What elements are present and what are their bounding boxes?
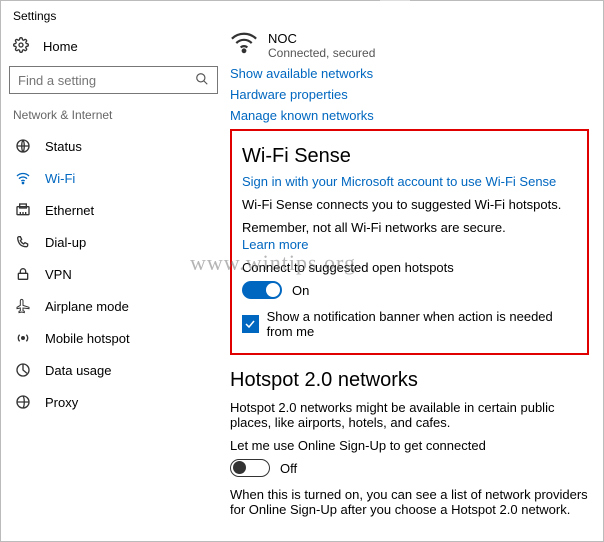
connect-hotspots-toggle[interactable]	[242, 281, 282, 299]
wifi-sense-title: Wi-Fi Sense	[242, 145, 577, 168]
sidebar-item-datausage[interactable]: Data usage	[9, 354, 218, 386]
nav-label: VPN	[45, 267, 72, 282]
nav-label: Airplane mode	[45, 299, 129, 314]
home-label: Home	[43, 39, 78, 54]
notify-label: Show a notification banner when action i…	[267, 309, 577, 339]
nav-label: Mobile hotspot	[45, 331, 130, 346]
main-panel: NOC Connected, secured Show available ne…	[226, 27, 603, 541]
data-usage-icon	[15, 362, 31, 378]
gear-icon	[13, 37, 31, 56]
search-input[interactable]	[9, 66, 218, 94]
wifi-icon	[15, 170, 31, 186]
sidebar: Home Network & Internet Status Wi-Fi Eth…	[1, 27, 226, 541]
connection-name: NOC	[268, 31, 375, 46]
vpn-icon	[15, 266, 31, 282]
category-label: Network & Internet	[13, 108, 218, 122]
hotspot2-title: Hotspot 2.0 networks	[230, 369, 589, 392]
window-title: Settings	[1, 1, 603, 27]
sidebar-item-ethernet[interactable]: Ethernet	[9, 194, 218, 226]
sidebar-item-status[interactable]: Status	[9, 130, 218, 162]
ethernet-icon	[15, 202, 31, 218]
nav-label: Data usage	[45, 363, 112, 378]
wifi-sense-remember: Remember, not all Wi-Fi networks are sec…	[242, 220, 577, 235]
sidebar-item-proxy[interactable]: Proxy	[9, 386, 218, 418]
nav-label: Proxy	[45, 395, 78, 410]
hotspot2-note: When this is turned on, you can see a li…	[230, 487, 589, 517]
home-button[interactable]: Home	[9, 31, 218, 66]
connection-status: Connected, secured	[268, 46, 375, 60]
notify-checkbox[interactable]	[242, 315, 259, 333]
current-connection: NOC Connected, secured	[230, 31, 589, 60]
signin-link[interactable]: Sign in with your Microsoft account to u…	[242, 174, 577, 189]
status-icon	[15, 138, 31, 154]
signup-label: Let me use Online Sign-Up to get connect…	[230, 438, 589, 453]
sidebar-item-hotspot[interactable]: Mobile hotspot	[9, 322, 218, 354]
sidebar-item-wifi[interactable]: Wi-Fi	[9, 162, 218, 194]
nav-label: Ethernet	[45, 203, 94, 218]
sidebar-item-dialup[interactable]: Dial-up	[9, 226, 218, 258]
search-field[interactable]	[18, 73, 188, 88]
toggle-state: Off	[280, 461, 297, 476]
airplane-icon	[15, 298, 31, 314]
nav-label: Dial-up	[45, 235, 86, 250]
hotspot-icon	[15, 330, 31, 346]
wifi-sense-section: Wi-Fi Sense Sign in with your Microsoft …	[230, 129, 589, 355]
nav-label: Status	[45, 139, 82, 154]
signup-toggle[interactable]	[230, 459, 270, 477]
sidebar-item-vpn[interactable]: VPN	[9, 258, 218, 290]
show-available-networks-link[interactable]: Show available networks	[230, 66, 589, 81]
nav-label: Wi-Fi	[45, 171, 75, 186]
wifi-connection-icon	[230, 31, 258, 56]
toggle-state: On	[292, 283, 309, 298]
hotspot2-desc: Hotspot 2.0 networks might be available …	[230, 400, 589, 430]
wifi-sense-desc: Wi-Fi Sense connects you to suggested Wi…	[242, 197, 577, 212]
dialup-icon	[15, 234, 31, 250]
learn-more-link[interactable]: Learn more	[242, 237, 577, 252]
connect-hotspots-label: Connect to suggested open hotspots	[242, 260, 577, 275]
hardware-properties-link[interactable]: Hardware properties	[230, 87, 589, 102]
search-icon	[195, 72, 209, 89]
proxy-icon	[15, 394, 31, 410]
sidebar-item-airplane[interactable]: Airplane mode	[9, 290, 218, 322]
manage-known-networks-link[interactable]: Manage known networks	[230, 108, 589, 123]
